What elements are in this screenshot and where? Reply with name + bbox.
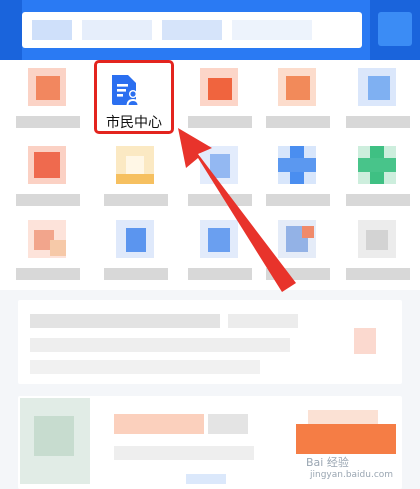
blurred-label (346, 268, 410, 280)
header-action-button[interactable] (378, 12, 412, 46)
blurred-icon (358, 68, 396, 106)
search-mosaic-4 (232, 20, 312, 40)
app-header (0, 0, 420, 60)
grid-item-15[interactable] (338, 214, 418, 290)
blurred-icon (278, 146, 316, 184)
blurred-icon (278, 68, 316, 106)
blurred-icon (116, 220, 154, 258)
blurred-label (104, 268, 168, 280)
blurred-icon (358, 220, 396, 258)
grid-item-7[interactable] (96, 140, 176, 216)
grid-item-6[interactable] (8, 140, 88, 216)
grid-item-13[interactable] (180, 214, 260, 290)
blurred-icon (278, 220, 316, 258)
blurred-icon (116, 146, 154, 184)
blurred-text (208, 414, 248, 434)
blurred-label (188, 194, 252, 206)
blurred-icon (200, 68, 238, 106)
grid-item-4[interactable] (258, 62, 338, 138)
blurred-label (16, 116, 80, 128)
search-mosaic-2 (82, 20, 152, 40)
grid-item-5[interactable] (338, 62, 418, 138)
blurred-icon (200, 220, 238, 258)
blurred-indicator (186, 474, 226, 484)
info-card-1[interactable] (18, 300, 402, 384)
blurred-icon (28, 68, 66, 106)
grid-item-11[interactable] (8, 214, 88, 290)
blurred-icon (358, 146, 396, 184)
blurred-label (266, 194, 330, 206)
grid-item-1[interactable] (8, 62, 88, 138)
grid-item-10[interactable] (338, 140, 418, 216)
blurred-icon (28, 220, 66, 258)
blurred-text (30, 338, 290, 352)
blurred-label (346, 116, 410, 128)
blurred-text (114, 446, 254, 460)
blurred-text (30, 360, 260, 374)
blurred-image-part (34, 416, 74, 456)
blurred-text (228, 314, 298, 328)
blurred-label (16, 194, 80, 206)
watermark: Bai 经验 jingyan.baidu.com (306, 450, 416, 484)
highlight-box (94, 60, 174, 134)
grid-item-9[interactable] (258, 140, 338, 216)
blurred-label (266, 268, 330, 280)
blurred-label (104, 194, 168, 206)
blurred-icon (28, 146, 66, 184)
blurred-title (114, 414, 204, 434)
blurred-tag (308, 410, 378, 424)
blurred-label (188, 268, 252, 280)
grid-item-8[interactable] (180, 140, 260, 216)
search-mosaic-3 (162, 20, 222, 40)
search-mosaic-1 (32, 20, 72, 40)
blurred-badge (354, 328, 376, 354)
blurred-label (16, 268, 80, 280)
header-edge-left (0, 0, 22, 60)
grid-item-3[interactable] (180, 62, 260, 138)
grid-item-14[interactable] (258, 214, 338, 290)
blurred-label (266, 116, 330, 128)
blurred-icon (200, 146, 238, 184)
watermark-sub: jingyan.baidu.com (310, 470, 394, 480)
blurred-label (346, 194, 410, 206)
watermark-text: Bai 经验 (306, 456, 349, 469)
blurred-text (30, 314, 220, 328)
blurred-label (188, 116, 252, 128)
grid-item-12[interactable] (96, 214, 176, 290)
search-bar[interactable] (22, 12, 362, 48)
